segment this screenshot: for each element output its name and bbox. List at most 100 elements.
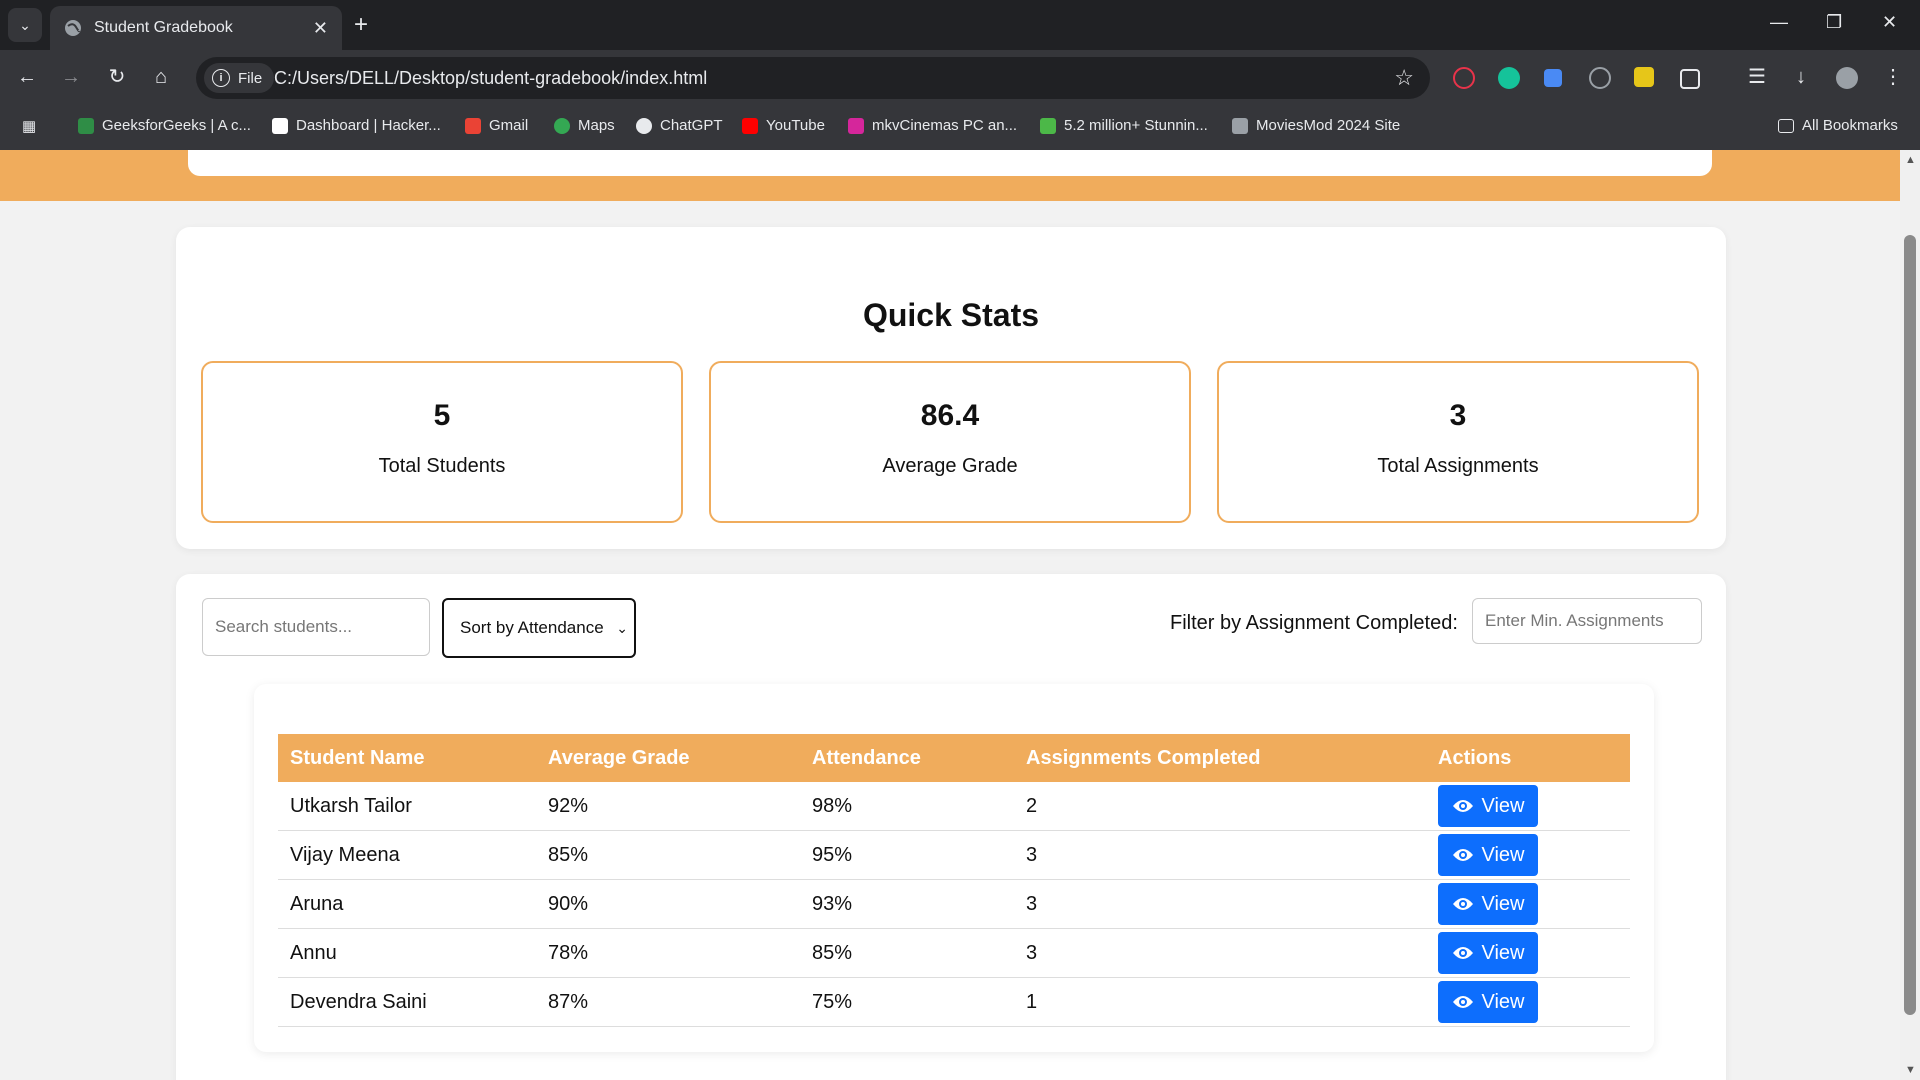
bookmark-item[interactable]: YouTube bbox=[742, 117, 825, 134]
view-button[interactable]: View bbox=[1438, 932, 1538, 974]
browser-tab[interactable]: Student Gradebook ✕ bbox=[50, 6, 342, 50]
vertical-scrollbar[interactable]: ▲ ▼ bbox=[1900, 150, 1920, 1080]
moviesmod-icon bbox=[1232, 117, 1248, 134]
scroll-down-icon[interactable]: ▼ bbox=[1905, 1064, 1916, 1076]
chevron-down-icon: ⌄ bbox=[616, 620, 628, 636]
header-actions: Actions bbox=[1426, 734, 1630, 782]
attendance: 75% bbox=[800, 977, 1014, 1027]
bookmarks-bar: ▦ GeeksforGeeks | A c... Dashboard | Hac… bbox=[0, 104, 1920, 151]
grammarly-icon[interactable] bbox=[1498, 67, 1520, 89]
back-icon[interactable]: ← bbox=[14, 64, 40, 90]
bookmark-star-icon[interactable]: ☆ bbox=[1394, 65, 1414, 91]
all-bookmarks[interactable]: All Bookmarks bbox=[1778, 117, 1898, 134]
header-attendance: Attendance bbox=[800, 734, 1014, 782]
folder-icon bbox=[1778, 118, 1794, 133]
download-icon[interactable]: ↓ bbox=[1788, 64, 1814, 90]
minimize-icon[interactable]: — bbox=[1770, 12, 1788, 33]
address-bar[interactable]: i File C:/Users/DELL/Desktop/student-gra… bbox=[196, 57, 1430, 99]
close-window-icon[interactable]: ✕ bbox=[1882, 12, 1897, 33]
browser-chrome: ⌄ Student Gradebook ✕ + — ❐ ✕ ← → ↻ ⌂ i … bbox=[0, 0, 1920, 151]
bookmark-item[interactable]: Maps bbox=[554, 117, 615, 134]
hackerrank-icon bbox=[272, 117, 288, 134]
sort-select-value: Sort by Attendance bbox=[460, 618, 604, 637]
header-card bbox=[188, 150, 1712, 176]
header-student-name: Student Name bbox=[278, 734, 536, 782]
youtube-icon bbox=[742, 117, 758, 134]
quick-stats-title: Quick Stats bbox=[862, 297, 1040, 333]
menu-kebab-icon[interactable]: ⋮ bbox=[1880, 64, 1906, 90]
tab-search-icon[interactable]: ⌄ bbox=[8, 8, 42, 42]
extension-badge-icon[interactable] bbox=[1634, 67, 1654, 87]
table-row: Aruna 90% 93% 3 View bbox=[278, 879, 1630, 929]
student-name: Annu bbox=[278, 928, 536, 978]
forward-icon[interactable]: → bbox=[58, 64, 84, 90]
bookmark-item[interactable]: Dashboard | Hacker... bbox=[272, 117, 441, 134]
reload-icon[interactable]: ↻ bbox=[104, 64, 130, 90]
stat-total-assignments: 3 Total Assignments bbox=[1217, 361, 1699, 523]
quick-stats-card: Quick Stats 5 Total Students 86.4 Averag… bbox=[176, 227, 1726, 549]
scrollbar-thumb[interactable] bbox=[1904, 235, 1916, 1015]
eye-icon bbox=[1452, 800, 1473, 812]
pexels-icon bbox=[1040, 117, 1056, 134]
assignments-completed: 3 bbox=[1014, 928, 1426, 978]
toolbar: ← → ↻ ⌂ i File C:/Users/DELL/Desktop/stu… bbox=[0, 50, 1920, 104]
stat-average-grade: 86.4 Average Grade bbox=[709, 361, 1191, 523]
geeksforgeeks-icon bbox=[78, 117, 94, 134]
site-info-chip[interactable]: i File bbox=[204, 63, 275, 93]
attendance: 93% bbox=[800, 879, 1014, 929]
page-content: Quick Stats 5 Total Students 86.4 Averag… bbox=[0, 150, 1900, 1080]
student-name: Utkarsh Tailor bbox=[278, 782, 536, 831]
assignments-completed: 3 bbox=[1014, 830, 1426, 880]
attendance: 95% bbox=[800, 830, 1014, 880]
sort-select[interactable]: Sort by Attendance ⌄ bbox=[442, 598, 636, 658]
bookmark-item[interactable]: ChatGPT bbox=[636, 117, 723, 134]
view-button[interactable]: View bbox=[1438, 785, 1538, 827]
bookmark-item[interactable]: Gmail bbox=[465, 117, 528, 134]
info-icon: i bbox=[212, 69, 230, 87]
bookmark-item[interactable]: GeeksforGeeks | A c... bbox=[78, 117, 251, 134]
assignments-completed: 2 bbox=[1014, 782, 1426, 831]
assignments-completed: 1 bbox=[1014, 977, 1426, 1027]
table-row: Annu 78% 85% 3 View bbox=[278, 928, 1630, 978]
bookmark-item[interactable]: mkvCinemas PC an... bbox=[848, 117, 1017, 134]
extensions-puzzle-icon[interactable] bbox=[1680, 69, 1700, 89]
stat-label: Total Students bbox=[378, 455, 506, 477]
stat-value: 86.4 bbox=[920, 399, 980, 432]
view-button[interactable]: View bbox=[1438, 981, 1538, 1023]
chatgpt-icon bbox=[636, 117, 652, 134]
extension-record-icon[interactable] bbox=[1453, 67, 1475, 89]
stat-label: Average Grade bbox=[882, 455, 1018, 477]
min-assignments-input[interactable]: Enter Min. Assignments bbox=[1472, 598, 1702, 644]
eye-icon bbox=[1452, 996, 1473, 1008]
maps-icon bbox=[554, 117, 570, 134]
apps-grid-icon[interactable]: ▦ bbox=[22, 117, 36, 135]
student-name: Devendra Saini bbox=[278, 977, 536, 1027]
filter-label: Filter by Assignment Completed: bbox=[1170, 612, 1458, 634]
home-icon[interactable]: ⌂ bbox=[148, 64, 174, 90]
url-text: C:/Users/DELL/Desktop/student-gradebook/… bbox=[274, 68, 708, 88]
attendance: 98% bbox=[800, 782, 1014, 831]
eye-icon bbox=[1452, 947, 1473, 959]
restore-icon[interactable]: ❐ bbox=[1826, 12, 1842, 33]
profile-avatar-icon[interactable] bbox=[1836, 67, 1858, 89]
students-card: Search students... Sort by Attendance ⌄ … bbox=[176, 574, 1726, 1080]
bookmark-item[interactable]: MoviesMod 2024 Site bbox=[1232, 117, 1400, 134]
close-tab-icon[interactable]: ✕ bbox=[313, 18, 328, 39]
reading-list-icon[interactable]: ☰ bbox=[1744, 64, 1770, 90]
search-input[interactable]: Search students... bbox=[202, 598, 430, 656]
attendance: 85% bbox=[800, 928, 1014, 978]
gmail-icon bbox=[465, 117, 481, 134]
bookmark-item[interactable]: 5.2 million+ Stunnin... bbox=[1040, 117, 1208, 134]
view-button[interactable]: View bbox=[1438, 834, 1538, 876]
scroll-up-icon[interactable]: ▲ bbox=[1905, 154, 1916, 166]
extension-plus-icon[interactable] bbox=[1544, 69, 1562, 87]
table-card: Student Name Average Grade Attendance As… bbox=[254, 684, 1654, 1052]
student-name: Aruna bbox=[278, 879, 536, 929]
view-button[interactable]: View bbox=[1438, 883, 1538, 925]
average-grade: 87% bbox=[536, 977, 800, 1027]
average-grade: 85% bbox=[536, 830, 800, 880]
tab-bar: ⌄ Student Gradebook ✕ + — ❐ ✕ bbox=[0, 0, 1920, 50]
new-tab-icon[interactable]: + bbox=[354, 12, 368, 38]
file-chip-label: File bbox=[238, 69, 263, 87]
extension-swirl-icon[interactable] bbox=[1589, 67, 1611, 89]
